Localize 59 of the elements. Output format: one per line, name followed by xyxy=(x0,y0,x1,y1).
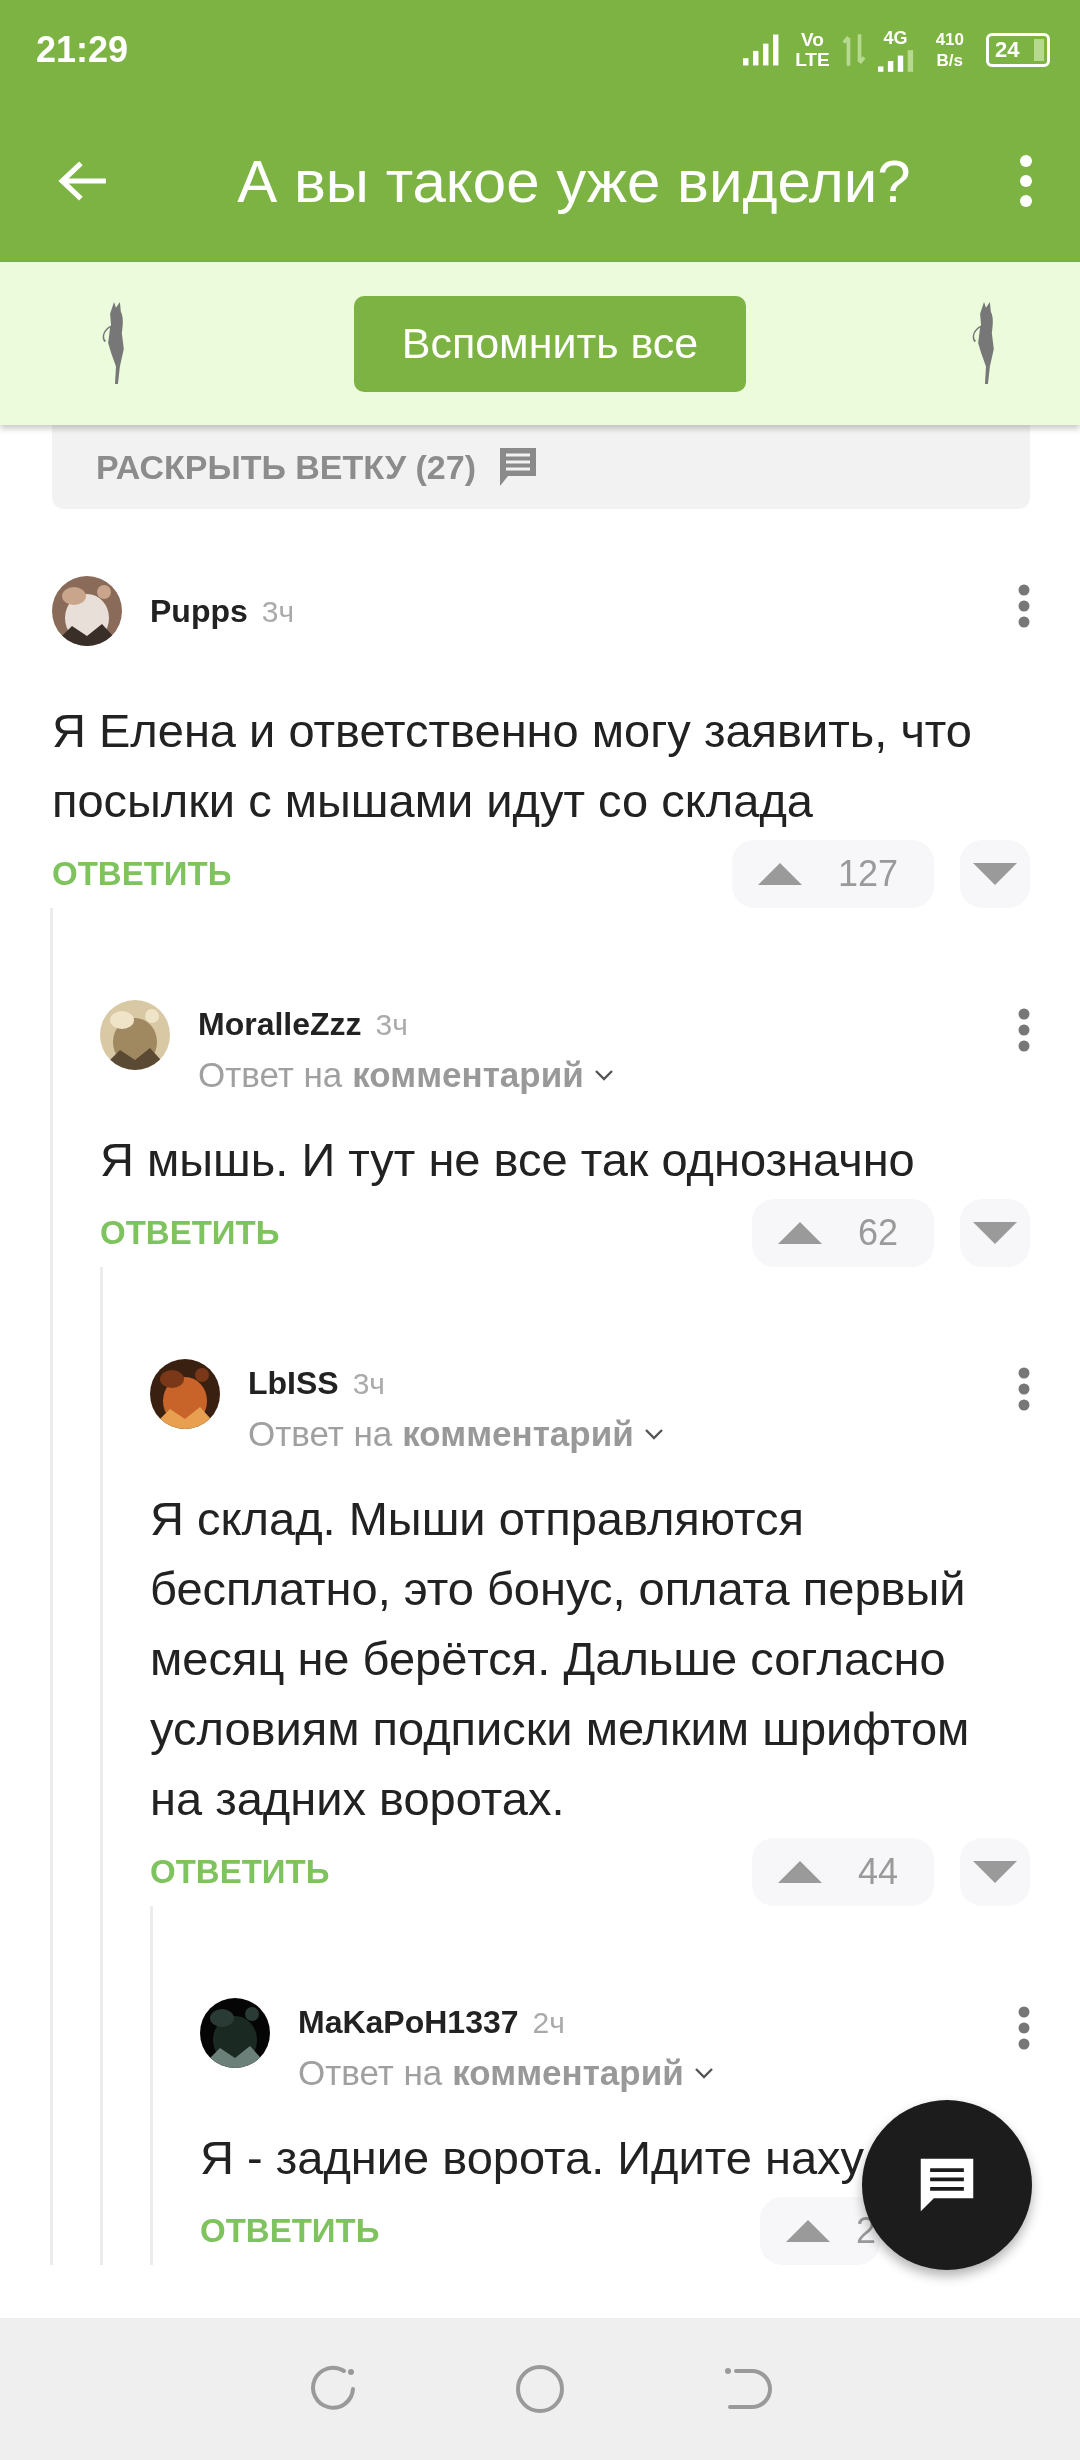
upvote-button[interactable]: 44 xyxy=(751,1838,934,1906)
vote-count: 44 xyxy=(857,1851,898,1893)
comment-time: 3ч xyxy=(375,1008,408,1042)
downvote-icon xyxy=(973,863,1017,885)
comment-time: 2ч xyxy=(532,2006,565,2040)
more-icon[interactable] xyxy=(1018,584,1030,628)
downvote-icon xyxy=(973,1222,1017,1244)
volte-label: Vo xyxy=(800,30,824,50)
back-icon[interactable] xyxy=(58,160,108,202)
menu-icon[interactable] xyxy=(1020,155,1032,207)
chevron-icon xyxy=(693,2067,714,2079)
data-arrows-icon xyxy=(841,33,866,67)
author-name[interactable]: Pupps xyxy=(150,592,248,630)
network-type: 4G xyxy=(883,28,908,47)
comment-time: 3ч xyxy=(352,1367,385,1401)
upvote-icon xyxy=(757,863,802,885)
status-time: 21:29 xyxy=(36,29,129,71)
downvote-button[interactable] xyxy=(960,840,1030,908)
comment-icon xyxy=(498,446,538,488)
vote-count: 62 xyxy=(857,1212,898,1254)
author-name[interactable]: MoralleZzz xyxy=(198,1006,362,1043)
reply-link[interactable]: ОТВЕТИТЬ xyxy=(200,2212,380,2250)
recall-button[interactable]: Вспомнить все xyxy=(354,295,746,392)
reply-to-link[interactable]: Ответ на комментарий xyxy=(248,1414,1018,1454)
more-icon[interactable] xyxy=(1018,1008,1030,1052)
battery-fill xyxy=(1034,39,1044,61)
comment-time: 3ч xyxy=(261,594,295,629)
more-icon[interactable] xyxy=(1018,2006,1030,2050)
downvote-icon xyxy=(973,1861,1017,1883)
comment-text: Я - задние ворота. Идите наху xyxy=(200,2130,865,2186)
author-name[interactable]: MaKaPoH1337 xyxy=(298,2004,519,2041)
expand-branch-button[interactable]: РАСКРЫТЬ ВЕТКУ (27) xyxy=(52,425,1030,509)
upvote-icon xyxy=(785,2220,830,2242)
network-speed-unit: B/s xyxy=(936,50,964,71)
volte-label: LTE xyxy=(795,50,830,70)
battery-level: 24 xyxy=(994,38,1020,62)
home-icon[interactable] xyxy=(515,2364,565,2414)
upvote-button[interactable]: 62 xyxy=(751,1199,934,1267)
comment-text: Я склад. Мыши отправляются бесплатно, это бонус, оплата первый месяц не берётся. Дальше согласно условиям подписки мелким шрифтом на задних воротах. xyxy=(150,1491,971,1827)
upvote-icon xyxy=(777,1861,822,1883)
reply-link[interactable]: ОТВЕТИТЬ xyxy=(52,855,232,893)
vote-count: 127 xyxy=(837,853,898,895)
signal-icon xyxy=(877,49,914,72)
network-speed: 410 xyxy=(935,29,964,50)
downvote-button[interactable] xyxy=(960,1199,1030,1267)
comment-text: Я Елена и ответственно могу заявить, что посылки с мышами идут со склада xyxy=(52,703,973,829)
upvote-icon xyxy=(777,1222,822,1244)
reply-to-link[interactable]: Ответ на комментарий xyxy=(298,2053,1018,2093)
reply-to-link[interactable]: Ответ на комментарий xyxy=(198,1055,1018,1095)
chevron-icon xyxy=(593,1069,614,1081)
upvote-button[interactable]: 127 xyxy=(731,840,934,908)
reply-link[interactable]: ОТВЕТИТЬ xyxy=(150,1853,330,1891)
comment-text: Я мышь. И тут не все так однозначно xyxy=(100,1132,915,1188)
page-title: А вы такое уже видели? xyxy=(236,146,912,216)
chevron-icon xyxy=(643,1428,664,1440)
author-name[interactable]: LbISS xyxy=(248,1365,339,1402)
more-icon[interactable] xyxy=(1018,1367,1030,1411)
reply-link[interactable]: ОТВЕТИТЬ xyxy=(100,1214,280,1252)
downvote-button[interactable] xyxy=(960,1838,1030,1906)
